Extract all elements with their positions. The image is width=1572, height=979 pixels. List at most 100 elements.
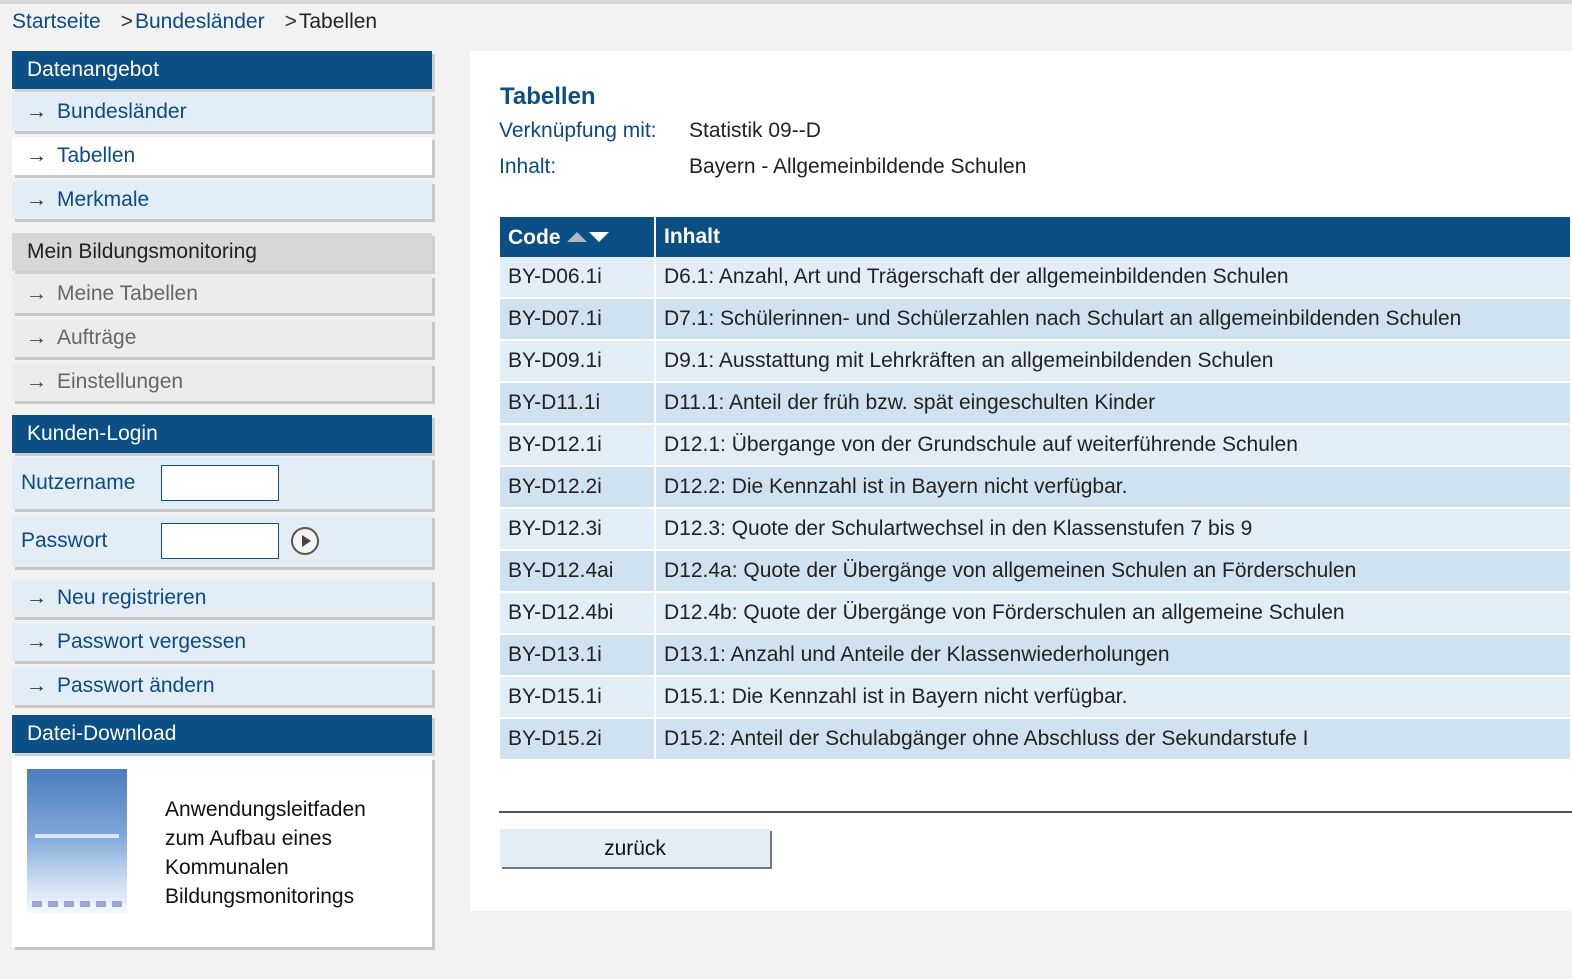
sidebar-item-auftraege[interactable]: → Aufträge	[12, 319, 432, 357]
download-text-line: zum Aufbau eines	[165, 827, 332, 850]
sidebar-item-bundeslaender[interactable]: → Bundesländer	[12, 93, 432, 131]
sidebar-item-neu-registrieren[interactable]: → Neu registrieren	[12, 579, 432, 617]
table-cell-inhalt[interactable]: D15.1: Die Kennzahl ist in Bayern nicht …	[655, 676, 1572, 719]
download-text-line: Kommunalen	[165, 856, 289, 879]
table-cell-inhalt[interactable]: D12.4b: Quote der Übergänge von Fördersc…	[655, 592, 1572, 635]
arrow-right-icon: →	[26, 370, 47, 393]
sidebar-item-label: Bundesländer	[57, 100, 187, 123]
table-cell-code[interactable]: BY-D12.1i	[500, 424, 656, 467]
password-label: Passwort	[21, 529, 108, 552]
breadcrumb-separator: >	[284, 10, 297, 33]
top-border	[0, 0, 1572, 4]
table-cell-inhalt[interactable]: D13.1: Anzahl und Anteile der Klassenwie…	[655, 634, 1572, 677]
sidebar-heading-monitoring: Mein Bildungsmonitoring	[12, 233, 432, 271]
page-title: Tabellen	[500, 83, 596, 110]
table-row[interactable]: BY-D15.1i D15.1: Die Kennzahl ist in Baye…	[500, 676, 1572, 719]
table-row[interactable]: BY-D11.1i D11.1: Anteil der früh bzw. spä…	[500, 382, 1572, 425]
login-submit-button[interactable]	[291, 527, 319, 555]
table-row[interactable]: BY-D07.1i D7.1: Schülerinnen- und Schüler…	[500, 298, 1572, 341]
sidebar-item-label: Merkmale	[57, 188, 150, 211]
username-input[interactable]	[161, 465, 279, 501]
table-cell-code[interactable]: BY-D12.4ai	[500, 550, 656, 593]
sidebar-item-merkmale[interactable]: → Merkmale	[12, 181, 432, 219]
table-cell-inhalt[interactable]: D9.1: Ausstattung mit Lehrkräften an all…	[655, 340, 1572, 383]
arrow-right-icon: →	[26, 586, 47, 609]
sidebar-item-passwort-vergessen[interactable]: → Passwort vergessen	[12, 623, 432, 661]
sidebar-item-label: Tabellen	[57, 144, 136, 167]
sort-ascending-icon[interactable]	[566, 232, 587, 242]
tables-list: Code Inhalt BY-D06.1i D6.1: Anzahl, Art u…	[500, 217, 1572, 761]
table-row[interactable]: BY-D12.2i D12.2: Die Kennzahl ist in Baye…	[500, 466, 1572, 509]
divider	[499, 811, 1572, 813]
download-link[interactable]: Anwendungsleitfaden zum Aufbau eines Kom…	[165, 795, 366, 911]
table-cell-inhalt[interactable]: D12.1: Übergange von der Grundschule auf…	[655, 424, 1572, 467]
table-row[interactable]: BY-D12.1i D12.1: Übergange von der Grunds…	[500, 424, 1572, 467]
arrow-right-icon: →	[26, 100, 47, 123]
sidebar-item-tabellen[interactable]: → Tabellen	[12, 137, 432, 175]
document-cover-thumbnail[interactable]	[27, 769, 127, 913]
table-cell-code[interactable]: BY-D13.1i	[500, 634, 656, 677]
main-content: Tabellen Verknüpfung mit: Statistik 09--…	[470, 51, 1572, 911]
table-cell-inhalt[interactable]: D6.1: Anzahl, Art und Trägerschaft der a…	[655, 257, 1572, 299]
table-cell-code[interactable]: BY-D09.1i	[500, 340, 656, 383]
meta-link-label: Verknüpfung mit:	[499, 119, 657, 142]
download-text-line: Bildungsmonitorings	[165, 885, 355, 908]
breadcrumb-bundeslaender[interactable]: Bundesländer	[135, 10, 265, 34]
table-cell-code[interactable]: BY-D12.2i	[500, 466, 656, 509]
sidebar-item-label: Neu registrieren	[57, 586, 207, 609]
breadcrumb-home[interactable]: Startseite	[12, 10, 101, 34]
breadcrumb-current: Tabellen	[298, 10, 378, 33]
sidebar-heading-datenangebot: Datenangebot	[12, 51, 432, 89]
table-row[interactable]: BY-D15.2i D15.2: Anteil der Schulabgänger…	[500, 718, 1572, 761]
table-row[interactable]: BY-D06.1i D6.1: Anzahl, Art und Trägersch…	[500, 257, 1572, 299]
table-cell-code[interactable]: BY-D07.1i	[500, 298, 656, 341]
table-row[interactable]: BY-D12.3i D12.3: Quote der Schulartwechse…	[500, 508, 1572, 551]
table-cell-code[interactable]: BY-D12.4bi	[500, 592, 656, 635]
username-row: Nutzername	[12, 457, 432, 509]
table-cell-inhalt[interactable]: D12.4a: Quote der Übergänge von allgemei…	[655, 550, 1572, 593]
breadcrumb: Startseite > Bundesländer > Tabellen	[12, 10, 397, 34]
sidebar-item-meine-tabellen[interactable]: → Meine Tabellen	[12, 275, 432, 313]
password-input[interactable]	[161, 523, 279, 559]
back-button[interactable]: zurück	[500, 829, 770, 867]
sort-descending-icon[interactable]	[588, 232, 609, 242]
sidebar: Datenangebot → Bundesländer → Tabellen → Me…	[12, 51, 432, 947]
sidebar-item-passwort-aendern[interactable]: → Passwort ändern	[12, 667, 432, 705]
table-cell-inhalt[interactable]: D12.2: Die Kennzahl ist in Bayern nicht …	[655, 466, 1572, 509]
table-cell-code[interactable]: BY-D15.1i	[500, 676, 656, 719]
breadcrumb-separator: >	[120, 10, 133, 33]
table-cell-code[interactable]: BY-D12.3i	[500, 508, 656, 551]
column-header-code[interactable]: Code	[500, 217, 656, 257]
sidebar-item-label: Passwort ändern	[57, 674, 215, 697]
table-cell-inhalt[interactable]: D7.1: Schülerinnen- und Schülerzahlen na…	[655, 298, 1572, 341]
sidebar-item-label: Passwort vergessen	[57, 630, 247, 653]
sidebar-item-label: Einstellungen	[57, 370, 184, 393]
sidebar-item-label: Aufträge	[57, 326, 137, 349]
sidebar-heading-download: Datei-Download	[12, 715, 432, 753]
arrow-right-icon: →	[26, 326, 47, 349]
table-cell-inhalt[interactable]: D11.1: Anteil der früh bzw. spät eingesc…	[655, 382, 1572, 425]
sidebar-heading-login: Kunden-Login	[12, 415, 432, 453]
arrow-right-icon: →	[26, 674, 47, 697]
sidebar-item-label: Meine Tabellen	[57, 282, 198, 305]
table-cell-code[interactable]: BY-D06.1i	[500, 257, 656, 299]
table-cell-inhalt[interactable]: D15.2: Anteil der Schulabgänger ohne Abs…	[655, 718, 1572, 761]
sort-icon[interactable]	[566, 224, 609, 248]
arrow-right-icon: →	[26, 144, 47, 167]
table-header-row: Code Inhalt	[500, 217, 1572, 257]
sidebar-item-einstellungen[interactable]: → Einstellungen	[12, 363, 432, 401]
table-row[interactable]: BY-D12.4bi D12.4b: Quote der Übergänge vo…	[500, 592, 1572, 635]
arrow-right-icon: →	[26, 282, 47, 305]
table-row[interactable]: BY-D09.1i D9.1: Ausstattung mit Lehrkräft…	[500, 340, 1572, 383]
table-row[interactable]: BY-D13.1i D13.1: Anzahl und Anteile der K…	[500, 634, 1572, 677]
table-cell-inhalt[interactable]: D12.3: Quote der Schulartwechsel in den …	[655, 508, 1572, 551]
meta-content-label: Inhalt:	[499, 155, 557, 178]
arrow-right-icon: →	[26, 630, 47, 653]
table-cell-code[interactable]: BY-D15.2i	[500, 718, 656, 761]
table-row[interactable]: BY-D12.4ai D12.4a: Quote der Übergänge vo…	[500, 550, 1572, 593]
meta-content-row: Inhalt: Bayern - Allgemeinbildende Schul…	[499, 155, 1026, 179]
meta-content-value: Bayern - Allgemeinbildende Schulen	[689, 155, 1027, 178]
meta-link-value: Statistik 09--D	[689, 119, 821, 142]
table-cell-code[interactable]: BY-D11.1i	[500, 382, 656, 425]
download-box: Anwendungsleitfaden zum Aufbau eines Kom…	[12, 757, 432, 947]
